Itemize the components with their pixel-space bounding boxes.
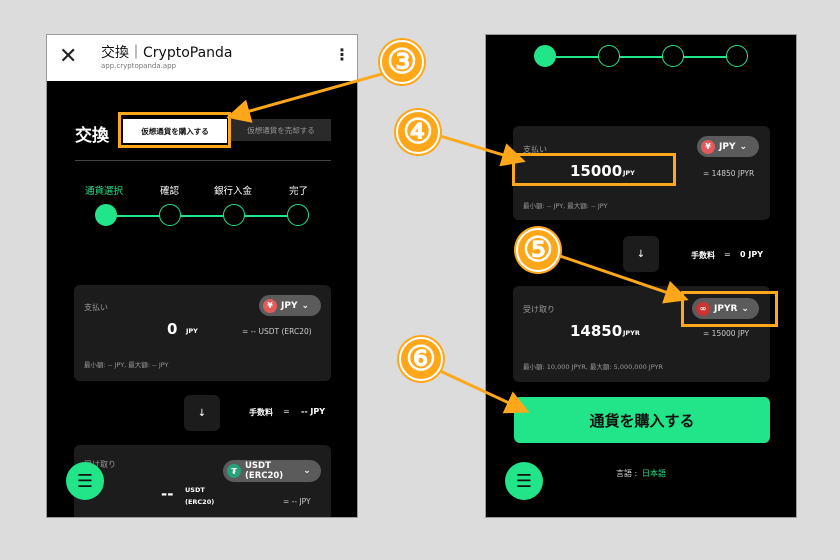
- callout-step-4: ④: [396, 110, 440, 154]
- arrow-to-pay-amount: [439, 134, 526, 167]
- highlight-buy-tab: [118, 112, 231, 148]
- annotation-arrows: [226, 72, 689, 414]
- highlight-pay-amount: [512, 153, 676, 186]
- callout-step-3: ③: [380, 40, 424, 84]
- callout-step-5: ⑤: [516, 228, 560, 272]
- arrow-to-buy-tab: [226, 72, 383, 123]
- arrow-to-receive-currency: [559, 254, 689, 304]
- callout-step-6: ⑥: [399, 337, 443, 381]
- highlight-receive-currency: [681, 291, 778, 327]
- arrow-to-buy-button: [437, 368, 530, 414]
